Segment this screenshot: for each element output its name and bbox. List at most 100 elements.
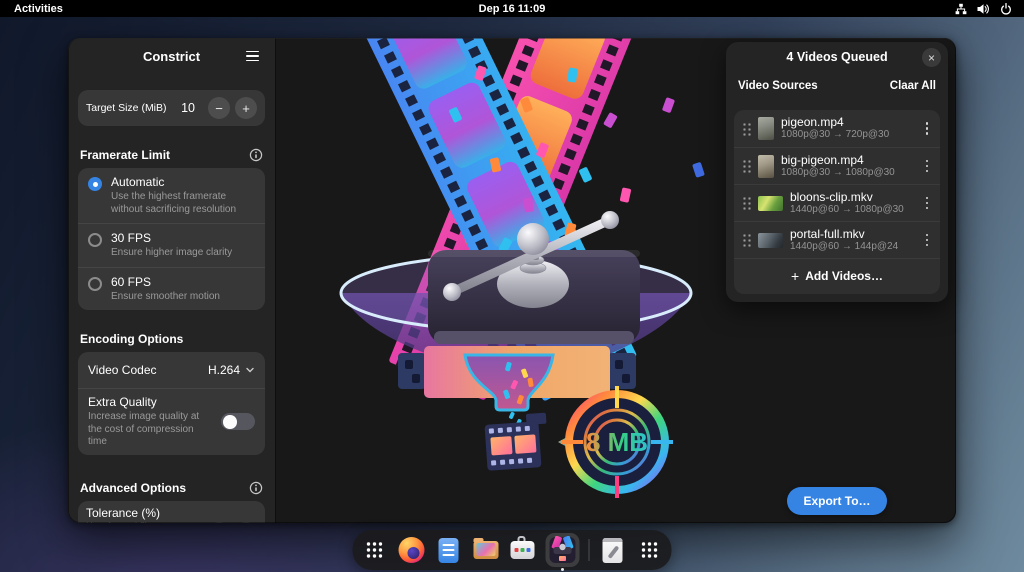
queue-panel: 4 Videos Queued × Video Sources Claar Al…: [726, 42, 948, 302]
queue-panel-header: 4 Videos Queued ×: [726, 42, 948, 72]
codec-value: H.264: [208, 363, 240, 377]
option-name: 60 FPS: [111, 275, 220, 290]
add-videos-label: Add Videos…: [805, 269, 883, 283]
plus-icon: +: [791, 268, 799, 284]
video-name: bloons-clip.mkv: [790, 190, 913, 204]
dock-separator: [589, 539, 590, 561]
radio-icon: [88, 233, 102, 247]
badge-text: 8 MB: [586, 427, 648, 457]
option-desc: Ensure smoother motion: [111, 291, 220, 304]
framerate-option-automatic[interactable]: Automatic Use the highest framerate with…: [78, 168, 265, 223]
add-videos-button[interactable]: + Add Videos…: [734, 258, 940, 292]
dock-show-apps-icon[interactable]: [636, 536, 664, 564]
option-desc: Ensure higher image clarity: [111, 247, 232, 260]
tolerance-label: Tolerance (%): [86, 506, 181, 520]
video-conversion: 1080p@30 → 720p@30: [781, 129, 913, 142]
radio-icon: [88, 277, 102, 291]
drag-handle-icon[interactable]: [742, 159, 751, 173]
extra-quality-toggle[interactable]: [221, 413, 255, 430]
video-thumbnail: [758, 117, 774, 140]
network-icon: [955, 3, 967, 15]
target-size-label: Target Size (MiB): [86, 102, 181, 114]
framerate-section-header: Framerate Limit: [78, 148, 265, 162]
extra-quality-row: Extra Quality Increase image quality at …: [78, 388, 265, 455]
folder-icon: [473, 541, 498, 559]
extra-quality-label: Extra Quality: [88, 395, 213, 410]
framerate-info-icon[interactable]: [249, 148, 263, 162]
dock-text-editor-icon[interactable]: [435, 536, 463, 564]
export-button[interactable]: Export To…: [787, 487, 887, 515]
video-codec-dropdown[interactable]: Video Codec H.264: [78, 352, 265, 388]
advanced-info-icon[interactable]: [249, 481, 263, 495]
grid-dots-icon: [366, 541, 384, 559]
kebab-menu-icon[interactable]: [920, 120, 934, 138]
option-name: 30 FPS: [111, 231, 232, 246]
radio-selected-icon: [88, 177, 102, 191]
dock-firefox-icon[interactable]: [398, 536, 426, 564]
option-desc: Use the highest framerate without sacrif…: [111, 191, 255, 216]
video-thumbnail: [758, 196, 783, 211]
clear-all-button[interactable]: Claar All: [890, 80, 936, 92]
framerate-option-30fps[interactable]: 30 FPS Ensure higher image clarity: [78, 223, 265, 267]
briefcase-icon: [511, 541, 535, 559]
activities-button[interactable]: Activities: [14, 3, 63, 15]
dock-files-icon[interactable]: [472, 536, 500, 564]
drag-handle-icon[interactable]: [742, 233, 751, 247]
dock-constrict-icon[interactable]: [546, 533, 580, 567]
hamburger-menu-icon[interactable]: [241, 46, 263, 66]
target-size-row: Target Size (MiB) 10 − +: [78, 90, 265, 126]
grid-dots-icon: [641, 541, 659, 559]
system-tray[interactable]: [955, 3, 1012, 15]
constrict-app-icon: [549, 536, 577, 564]
video-conversion: 1440p@60 → 144p@24: [790, 241, 913, 254]
settings-sidebar: Constrict Target Size (MiB) 10 − + Frame…: [68, 38, 276, 523]
sources-row: Video Sources Claar All: [738, 80, 936, 92]
framerate-option-60fps[interactable]: 60 FPS Ensure smoother motion: [78, 267, 265, 311]
desktop: Activities Dep 16 11:09 Constrict: [0, 0, 1024, 572]
tolerance-row: Tolerance (%) How far end file sizes can…: [78, 501, 265, 524]
sidebar-header: Constrict: [78, 38, 265, 74]
target-size-increment-button[interactable]: +: [235, 97, 257, 119]
option-name: Automatic: [111, 175, 255, 190]
encoding-options: Video Codec H.264 Extra Quality Increase…: [78, 352, 265, 455]
close-button[interactable]: ×: [922, 48, 941, 67]
clock[interactable]: Dep 16 11:09: [479, 3, 546, 15]
dock-app-grid-icon[interactable]: [361, 536, 389, 564]
video-row: portal-full.mkv 1440p@60 → 144p@24: [734, 221, 940, 258]
document-icon: [439, 538, 459, 563]
video-list: pigeon.mp4 1080p@30 → 720p@30 big-pigeon…: [734, 110, 940, 294]
drag-handle-icon[interactable]: [742, 196, 751, 210]
video-row: bloons-clip.mkv 1440p@60 → 1080p@30: [734, 184, 940, 221]
video-row: pigeon.mp4 1080p@30 → 720p@30: [734, 110, 940, 147]
dock-briefcase-app-icon[interactable]: [509, 536, 537, 564]
target-size-decrement-button[interactable]: −: [208, 97, 230, 119]
power-icon: [1000, 3, 1012, 15]
video-conversion: 1440p@60 → 1080p@30: [790, 204, 913, 217]
chevron-down-icon: [245, 365, 255, 375]
dock: [353, 530, 672, 570]
notepad-icon: [603, 538, 623, 563]
dock-notes-app-icon[interactable]: [599, 536, 627, 564]
video-row: big-pigeon.mp4 1080p@30 → 1080p@30: [734, 147, 940, 184]
running-indicator: [561, 568, 564, 571]
encoding-section-header: Encoding Options: [78, 332, 265, 346]
volume-icon: [977, 3, 990, 15]
toggle-knob: [223, 415, 237, 429]
tolerance-decrement-button[interactable]: −: [208, 522, 230, 524]
queue-title: 4 Videos Queued: [786, 50, 887, 64]
firefox-logo-icon: [399, 537, 425, 563]
video-conversion: 1080p@30 → 1080p@30: [781, 167, 913, 180]
tolerance-increment-button[interactable]: +: [235, 522, 257, 524]
kebab-menu-icon[interactable]: [920, 157, 934, 175]
video-name: big-pigeon.mp4: [781, 153, 913, 167]
size-badge: 8 MB: [558, 386, 673, 498]
video-name: pigeon.mp4: [781, 115, 913, 129]
video-sources-label: Video Sources: [738, 80, 818, 92]
advanced-title: Advanced Options: [80, 481, 186, 495]
kebab-menu-icon[interactable]: [920, 194, 934, 212]
drag-handle-icon[interactable]: [742, 122, 751, 136]
kebab-menu-icon[interactable]: [920, 231, 934, 249]
encoding-title: Encoding Options: [80, 332, 183, 346]
framerate-options: Automatic Use the highest framerate with…: [78, 168, 265, 310]
video-thumbnail: [758, 155, 774, 178]
